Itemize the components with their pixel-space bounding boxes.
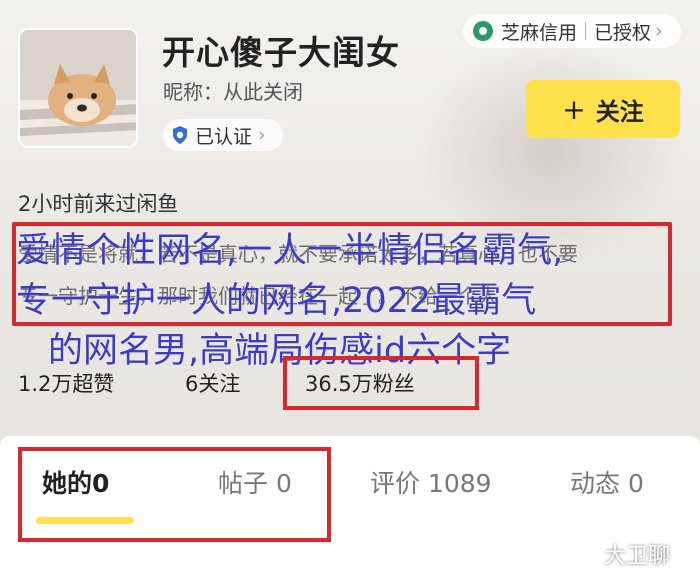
following-stat[interactable]: 6关注 xyxy=(185,368,240,398)
follow-button[interactable]: + 关注 xyxy=(526,80,680,138)
sesame-credit-badge[interactable]: 芝麻信用 已授权 › xyxy=(463,14,681,48)
tab-updates[interactable]: 动态 0 xyxy=(570,464,644,500)
last-seen-text: 2小时前来过闲鱼 xyxy=(18,192,179,216)
verified-label: 已认证 xyxy=(195,125,253,148)
badge-divider xyxy=(585,22,587,40)
highlight-box-tabs xyxy=(18,447,331,542)
dog-avatar-image xyxy=(20,30,136,146)
chevron-right-icon: › xyxy=(258,124,266,146)
sesame-credit-label: 芝麻信用 xyxy=(501,21,578,44)
avatar[interactable] xyxy=(18,28,138,148)
chevron-right-icon: › xyxy=(655,20,663,42)
profile-page: 芝麻信用 已授权 › 开心傻子大闺女 昵称：从此关闭 已认证 › + 关注 2小… xyxy=(0,0,700,583)
shield-check-icon xyxy=(173,126,187,144)
plus-icon: + xyxy=(562,92,586,126)
sesame-credit-icon xyxy=(473,21,493,41)
verified-badge[interactable]: 已认证 › xyxy=(163,119,283,151)
nickname-text: 昵称：从此关闭 xyxy=(163,80,303,104)
likes-stat[interactable]: 1.2万超赞 xyxy=(18,368,114,398)
highlight-box-followers xyxy=(283,356,479,410)
authorized-label: 已授权 xyxy=(594,21,652,44)
tab-reviews[interactable]: 评价 1089 xyxy=(370,464,492,500)
watermark: 大卫聊 xyxy=(604,544,671,569)
overlay-line: 爱情个性网名,一人一半情侣名霸气, xyxy=(16,231,564,271)
overlay-line: 专一守护一人的网名,2022最霸气 xyxy=(16,281,537,321)
page-title: 开心傻子大闺女 xyxy=(162,33,400,72)
overlay-caption: 爱情个性网名,一人一半情侣名霸气, 专一守护一人的网名,2022最霸气 的网名男… xyxy=(16,226,676,376)
follow-label: 关注 xyxy=(595,97,644,126)
